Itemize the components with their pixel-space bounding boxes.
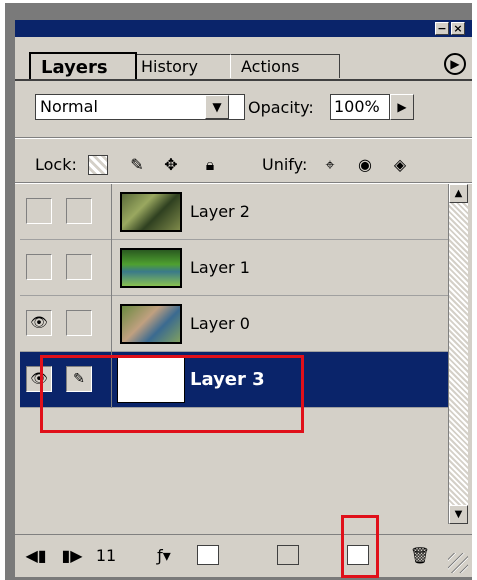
opacity-field[interactable]: 100% [330, 94, 390, 120]
lock-image-brush-icon[interactable]: ✎ [127, 155, 147, 175]
layer-thumbnail [120, 192, 182, 232]
palette-bottom-bar: ◀▮ ▮▶ 11 ƒ▾ 🗑︎ [15, 534, 472, 577]
layer-row[interactable]: Layer 2 [20, 184, 448, 240]
tab-baseline [15, 79, 472, 81]
annotation-highlight-layer-row [40, 355, 304, 433]
link-toggle[interactable] [66, 254, 92, 280]
divider [111, 296, 112, 352]
layer-row[interactable]: 👁︎ Layer 0 [20, 296, 448, 352]
link-toggle[interactable] [66, 198, 92, 224]
layer-name[interactable]: Layer 0 [190, 312, 250, 336]
visibility-toggle[interactable] [26, 198, 52, 224]
lock-all-padlock-icon[interactable]: 🔒︎ [200, 155, 220, 175]
lock-label: Lock: [35, 155, 77, 174]
next-frame-icon[interactable]: ▮▶ [59, 545, 85, 567]
tab-actions[interactable]: Actions [230, 54, 340, 78]
frame-count: 11 [95, 546, 117, 565]
tab-bar: History Actions Layers ▶ [15, 37, 472, 81]
minimize-icon[interactable]: − [435, 22, 449, 35]
layer-name[interactable]: Layer 1 [190, 256, 250, 280]
eye-icon[interactable]: 👁︎ [26, 310, 52, 336]
layer-row[interactable]: Layer 1 [20, 240, 448, 296]
unify-visibility-icon[interactable]: ◉ [355, 155, 375, 175]
divider [111, 184, 112, 240]
layers-list: Layer 2 Layer 1 👁︎ Layer 0 👁︎ ✎ Layer 3 [20, 184, 448, 524]
layer-thumbnail [120, 248, 182, 288]
opacity-slider-button[interactable]: ▶ [390, 94, 414, 120]
new-layer-set-folder-icon[interactable] [277, 545, 299, 565]
unify-style-icon[interactable]: ◈ [390, 155, 410, 175]
annotation-highlight-new-layer-button [341, 515, 379, 578]
palette-menu-icon[interactable]: ▶ [444, 53, 466, 75]
previous-frame-icon[interactable]: ◀▮ [23, 545, 49, 567]
link-toggle[interactable] [66, 310, 92, 336]
lock-transparency-icon[interactable] [88, 155, 108, 175]
scroll-up-icon[interactable]: ▲ [449, 184, 468, 203]
layer-style-icon[interactable]: ƒ▾ [147, 545, 181, 567]
lock-position-move-icon[interactable]: ✥ [161, 155, 181, 175]
palette-titlebar[interactable]: − × [15, 20, 472, 37]
unify-position-icon[interactable]: ⌖ [320, 155, 340, 175]
unify-label: Unify: [262, 155, 308, 174]
trash-icon[interactable]: 🗑︎ [409, 545, 431, 567]
layer-name[interactable]: Layer 2 [190, 200, 250, 224]
layer-mask-icon[interactable] [197, 545, 219, 565]
resize-grip[interactable] [448, 553, 468, 573]
close-icon[interactable]: × [451, 22, 465, 35]
scrollbar[interactable]: ▲ ▼ [448, 184, 468, 524]
tab-layers[interactable]: Layers [29, 52, 137, 80]
chevron-down-icon[interactable]: ▼ [205, 95, 229, 119]
scroll-down-icon[interactable]: ▼ [449, 505, 468, 524]
visibility-toggle[interactable] [26, 254, 52, 280]
divider [111, 240, 112, 296]
opacity-label: Opacity: [248, 98, 314, 117]
layer-thumbnail [120, 304, 182, 344]
palette-body: History Actions Layers ▶ Normal ▼ Opacit… [15, 37, 472, 577]
tab-history[interactable]: History [130, 54, 242, 78]
divider [15, 137, 472, 139]
